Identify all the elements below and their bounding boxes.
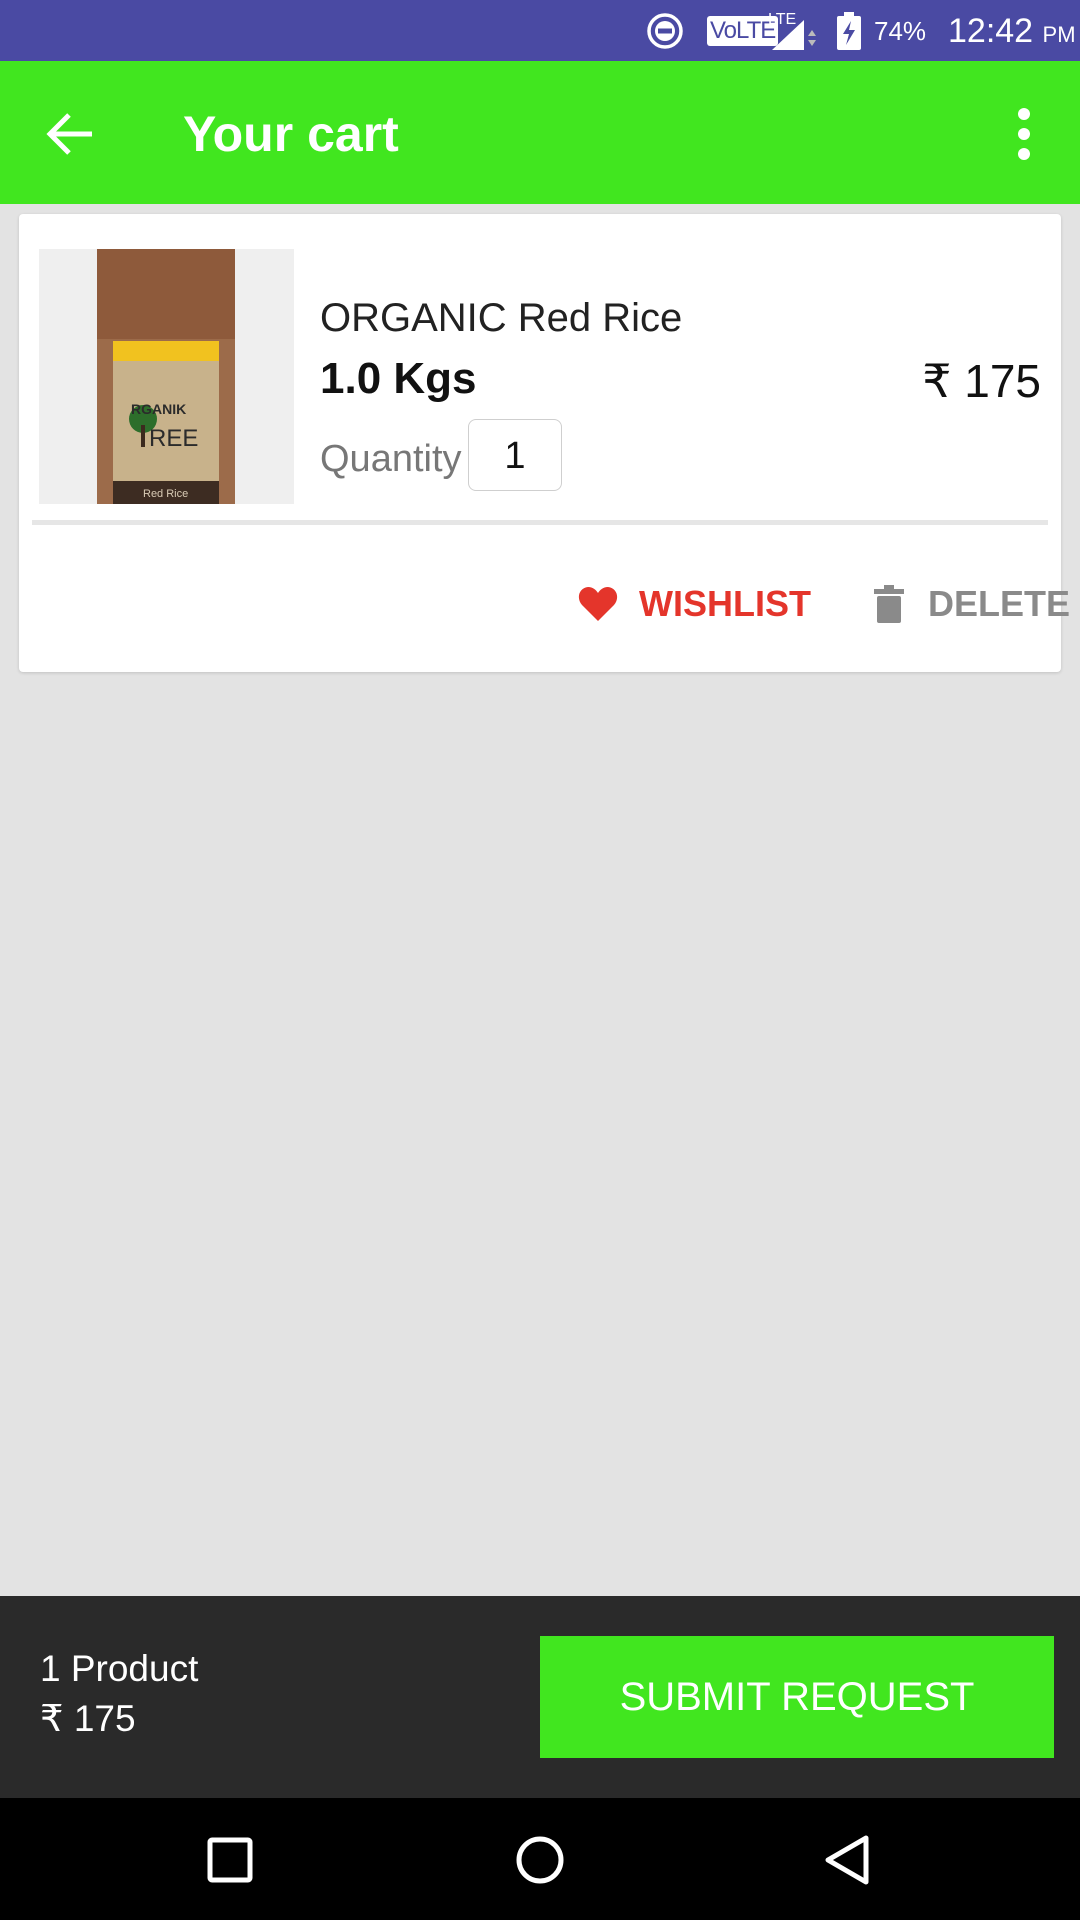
overflow-menu-button[interactable]	[1000, 99, 1048, 169]
product-count: 1 Product	[40, 1648, 199, 1689]
trash-icon	[874, 585, 904, 623]
red-rice-package-image: RGANIK REE Red Rice	[39, 249, 294, 504]
clock-time: 12:42	[948, 12, 1034, 50]
signal-icon: LTE	[768, 11, 816, 50]
card-divider	[32, 520, 1048, 525]
submit-request-button[interactable]: SUBMIT REQUEST	[540, 1636, 1054, 1758]
home-button[interactable]	[508, 1828, 572, 1892]
system-nav-bar	[0, 1798, 1080, 1920]
svg-text:REE: REE	[149, 425, 198, 452]
back-button[interactable]	[36, 99, 106, 169]
arrow-back-icon	[46, 113, 92, 155]
svg-text:LTE: LTE	[768, 11, 796, 28]
back-triangle-icon	[825, 1835, 869, 1885]
product-image[interactable]: RGANIK REE Red Rice	[39, 249, 294, 504]
cart-item-card: RGANIK REE Red Rice ORGANIC Red Rice 1.0…	[19, 214, 1070, 672]
recents-square-icon	[207, 1837, 253, 1883]
clock-ampm: PM	[1042, 22, 1076, 47]
home-circle-icon	[516, 1836, 564, 1884]
wishlist-button[interactable]: WISHLIST	[577, 574, 811, 634]
total-price: ₹ 175	[40, 1698, 136, 1739]
back-nav-button[interactable]	[816, 1828, 880, 1892]
product-price: ₹ 175	[922, 355, 1041, 407]
delete-button[interactable]: DELETE	[874, 574, 1070, 634]
battery-percent: 74%	[874, 16, 927, 46]
more-vert-icon	[1018, 108, 1030, 160]
battery-charging-icon	[837, 12, 861, 50]
page-title: Your cart	[183, 106, 399, 162]
clock: 12:42 PM	[948, 12, 1076, 51]
cart-summary-bar: 1 Product ₹ 175 SUBMIT REQUEST	[0, 1596, 1080, 1798]
svg-text:Red Rice: Red Rice	[143, 488, 188, 500]
do-not-disturb-icon	[647, 13, 683, 49]
heart-icon	[578, 587, 618, 621]
delete-label: DELETE	[928, 583, 1071, 624]
svg-text:RGANIK: RGANIK	[131, 401, 186, 417]
recents-button[interactable]	[198, 1828, 262, 1892]
product-weight: 1.0 Kgs	[320, 354, 477, 403]
app-bar: Your cart	[0, 61, 1080, 204]
wishlist-label: WISHLIST	[639, 583, 811, 624]
status-bar: VoLTE LTE 74% 12:42 PM	[0, 0, 1080, 61]
quantity-input[interactable]: 1	[468, 419, 562, 491]
quantity-label: Quantity	[320, 438, 462, 480]
product-name[interactable]: ORGANIC Red Rice	[320, 296, 682, 341]
